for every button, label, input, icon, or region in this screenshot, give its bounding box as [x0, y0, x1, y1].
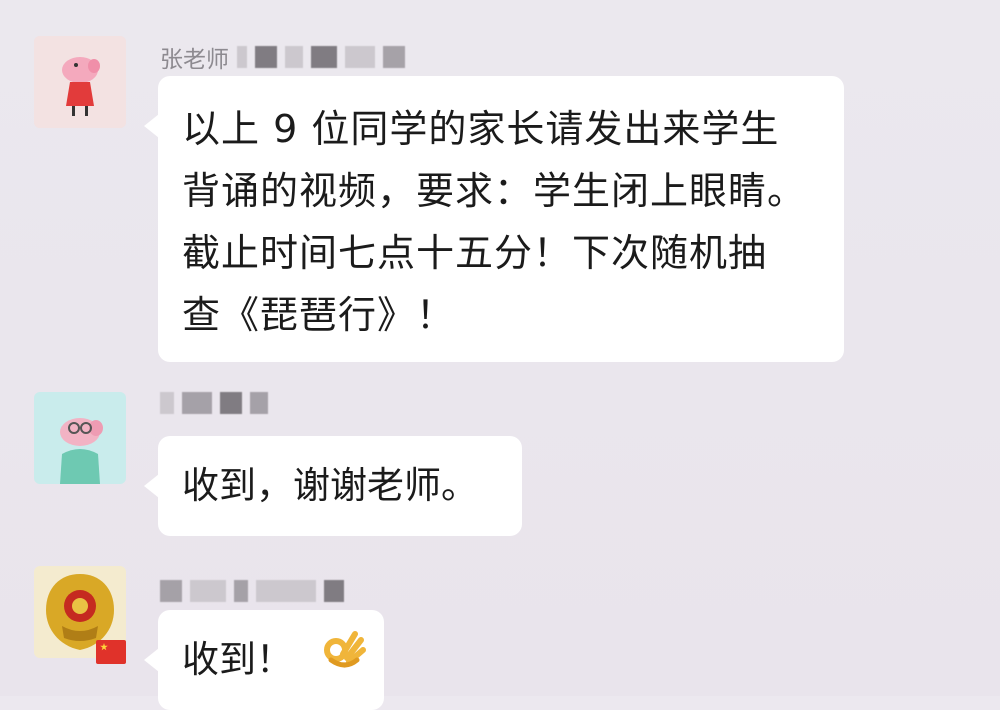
blurred-name-part: [250, 392, 268, 414]
message-line: 查《琵琶行》！: [182, 293, 456, 337]
blurred-name-part: [324, 580, 344, 602]
message-text: 收到，谢谢老师。: [182, 464, 478, 507]
message-text: 收到！: [182, 638, 293, 681]
message-line: 背诵的视频，要求：学生闭上眼睛。: [182, 169, 807, 213]
blurred-name-part: [255, 46, 277, 68]
blurred-name-part: [220, 392, 242, 414]
message-bubble[interactable]: 收到，谢谢老师。: [144, 436, 522, 536]
blurred-name-part: [182, 392, 212, 414]
ok-hand-icon: [321, 608, 367, 708]
blurred-name-part: [234, 580, 248, 602]
flag-icon: [96, 640, 126, 664]
message-line: 截止时间七点十五分！下次随机抽: [182, 231, 768, 275]
avatar-teacher[interactable]: [34, 36, 126, 128]
blurred-name-part: [256, 580, 316, 602]
blurred-name-part: [285, 46, 303, 68]
blurred-name-part: [190, 580, 226, 602]
sender-name-row: 张老师: [160, 42, 405, 73]
sender-name: 张老师: [160, 47, 229, 73]
blurred-name-part: [160, 392, 174, 414]
blurred-name-part: [345, 46, 375, 68]
blurred-name-part: [237, 46, 247, 68]
message-bubble[interactable]: 收到！: [144, 608, 384, 710]
message-line: 以上 9 位同学的家长请发出来学生: [182, 107, 780, 151]
sender-name-row: [160, 576, 344, 606]
blurred-name-part: [383, 46, 405, 68]
blurred-name-part: [160, 580, 182, 602]
blurred-name-part: [311, 46, 337, 68]
chat-window: 张老师 以上 9 位同学的家长请发出来学生 背诵的视频，要求：学生闭上眼睛。 截…: [0, 0, 1000, 710]
avatar-parent-1[interactable]: [34, 392, 126, 484]
message-bubble[interactable]: 以上 9 位同学的家长请发出来学生 背诵的视频，要求：学生闭上眼睛。 截止时间七…: [144, 76, 844, 362]
pig-avatar-icon: [34, 36, 126, 128]
sender-name-row: [160, 388, 268, 418]
pig-avatar-icon: [34, 392, 126, 484]
